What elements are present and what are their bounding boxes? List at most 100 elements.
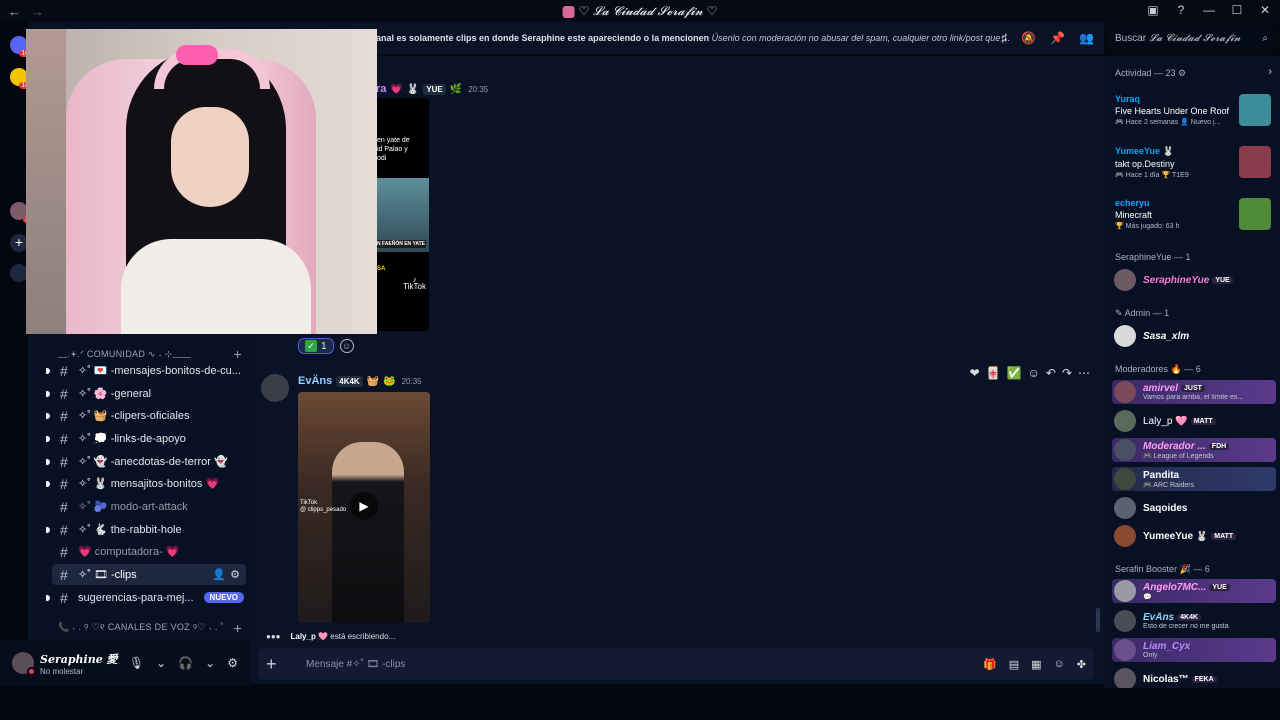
badge-icon: 🌿	[449, 83, 463, 95]
activity-card[interactable]: YumeeYue 🐰 takt op.Destiny 🎮 Hace 1 día …	[1115, 146, 1275, 179]
gear-icon[interactable]: ⚙	[1178, 68, 1186, 78]
channel-mensajitos-bonitos[interactable]: # ✧˚ 🐰 mensajitos-bonitos 💗	[46, 473, 246, 494]
avatar[interactable]	[12, 652, 36, 676]
reply-icon[interactable]: ↶	[1046, 366, 1056, 380]
forward-icon[interactable]: ↷	[1062, 366, 1072, 380]
scrollbar[interactable]	[1096, 608, 1100, 632]
channel-settings-icon[interactable]: ⚙	[230, 568, 240, 581]
forward-arrow-icon[interactable]: →	[31, 4, 44, 19]
member-list-icon[interactable]: 👥	[1079, 31, 1094, 45]
username[interactable]: Seraphine 愛	[40, 651, 118, 667]
member-tag: JUST	[1181, 385, 1205, 392]
channel-anecdotas-de-terror[interactable]: # ✧˚ 👻 -anecdotas-de-terror 👻	[46, 451, 246, 472]
microphone-icon[interactable]: 🎙	[129, 656, 144, 670]
hash-icon: #	[60, 362, 68, 379]
channel-sugerencias[interactable]: # sugerencias-para-mej... NUEVO	[46, 587, 246, 608]
avatar	[1114, 439, 1136, 461]
member-name: EvÄns	[1143, 612, 1175, 623]
member-item[interactable]: Saqoides	[1112, 496, 1276, 520]
channel-mensajes-bonitos[interactable]: # ✧˚ 💌 -mensajes-bonitos-de-cu...	[46, 360, 246, 381]
channel-clipers-oficiales[interactable]: # ✧˚ 🧺 -clipers-oficiales	[46, 405, 246, 426]
hash-icon: #	[60, 589, 68, 606]
member-item[interactable]: Nicolas™ FEKA	[1112, 667, 1276, 688]
channel-clips[interactable]: # ✧˚ 🎞 -clips 👤 ⚙	[52, 564, 246, 585]
channel-label: ✧˚ 🐇 the-rabbit-hole	[78, 524, 182, 536]
video-attachment[interactable]: TikTok @ clipps_pesado ▶	[298, 392, 430, 623]
activity-title: Actividad — 23 ⚙	[1115, 68, 1186, 79]
headphones-icon[interactable]: 🎧	[178, 656, 193, 670]
composer: + Mensaje #✧˚ 🎞 -clips 🎁 ▤ ▦ ☺ ✤	[250, 644, 1104, 684]
member-item[interactable]: Liam_Cyx Only	[1112, 638, 1276, 662]
message-author[interactable]: EvÄns	[298, 375, 332, 387]
user-settings-icon[interactable]: ⚙	[227, 656, 238, 670]
member-item[interactable]: Sasa_xlm	[1112, 324, 1276, 348]
member-status: Vamos para arriba, el límite es...	[1143, 394, 1244, 401]
add-reaction-icon[interactable]: ☺	[1028, 366, 1040, 380]
threads-icon[interactable]: ♯	[1001, 31, 1007, 45]
close-icon[interactable]: ✕	[1258, 3, 1272, 17]
chevron-down-icon[interactable]: ⌄	[156, 656, 166, 670]
message-author[interactable]: ra	[376, 83, 386, 95]
member-item[interactable]: EvÄns 4K4K Esto de crecer no me gusta	[1112, 609, 1276, 633]
more-options-icon[interactable]: ⋯	[1078, 366, 1090, 380]
avatar	[1114, 325, 1136, 347]
message-input[interactable]: + Mensaje #✧˚ 🎞 -clips 🎁 ▤ ▦ ☺ ✤	[258, 648, 1094, 680]
member-item[interactable]: amirvel JUST Vamos para arriba, el límite …	[1112, 380, 1276, 404]
channel-label: sugerencias-para-mej...	[78, 591, 194, 604]
member-item[interactable]: SeraphineYue YUE	[1112, 268, 1276, 292]
search-label: Buscar	[1115, 32, 1147, 44]
member-status: 🎮 League of Legends	[1143, 452, 1214, 460]
hash-icon: #	[60, 543, 68, 560]
message-attachment[interactable]: en yate de id Palao y odi N FAEÑÓN EN YA…	[375, 98, 429, 331]
channel-links-de-apoyo[interactable]: # ✧˚ 💭 -links-de-apoyo	[46, 428, 246, 449]
sticker-icon[interactable]: ▦	[1031, 658, 1041, 671]
channel-topic[interactable]: anal es solamente clips en donde Seraphi…	[376, 33, 1010, 43]
maximize-icon[interactable]: ☐	[1230, 3, 1244, 17]
member-name: amirvel	[1143, 383, 1179, 394]
window-title: ♡ 𝓛𝓪 𝓒𝓲𝓾𝓭𝓪𝓭 𝓢𝓮𝓻𝓪𝓯𝓲𝓷 ♡	[562, 4, 717, 19]
member-item[interactable]: Laly_p 🩷 MATT	[1112, 409, 1276, 433]
member-status: Only	[1143, 652, 1158, 659]
admin-icon: ✎	[1115, 308, 1123, 318]
channel-computadora[interactable]: # 💗 computadora- 💗	[52, 541, 246, 562]
pin-icon[interactable]: 📌	[1050, 31, 1065, 45]
category-comunidad[interactable]: ﹏.𖥔.ᐟ COMUNIDAD ∿ ˖ ⊹﹏﹏ +	[58, 346, 242, 362]
chevron-down-icon[interactable]: ⌄	[205, 656, 215, 670]
channel-general[interactable]: # ✧˚ 🌸 -general	[46, 383, 246, 404]
category-canales-de-voz[interactable]: 📞 ˖ . ୨ ♡୧ CANALES DE VOZ ୨♡ ˖ . ˚ +	[58, 620, 242, 636]
avatar	[1114, 468, 1136, 490]
gift-icon[interactable]: 🎁	[983, 658, 997, 671]
member-item[interactable]: Angelo7MC... YUE 💬	[1112, 579, 1276, 603]
channel-the-rabbit-hole[interactable]: # ✧˚ 🐇 the-rabbit-hole	[46, 519, 246, 540]
activity-card[interactable]: echeryu Minecraft 🏆 Más jugado: 63 h	[1115, 198, 1275, 230]
activity-card[interactable]: Yuraq Five Hearts Under One Roof 🎮 Hace …	[1115, 94, 1275, 126]
emoji-reaction-icon[interactable]: 🀄	[986, 366, 1001, 380]
search-input[interactable]: Buscar 𝓛𝓪 𝓒𝓲𝓾𝓭𝓪𝓭 𝓢𝓮𝓻𝓪𝓯𝓲𝓷 ⌕	[1108, 26, 1274, 50]
apps-icon[interactable]: ✤	[1077, 658, 1086, 671]
chevron-right-icon[interactable]: ›	[1268, 66, 1272, 78]
server-rail: 16 18 2 +	[0, 22, 31, 662]
reaction-check[interactable]: ✓ 1	[298, 338, 334, 354]
member-item[interactable]: Moderador ... FDH 🎮 League of Legends	[1112, 438, 1276, 462]
channel-modo-art-attack[interactable]: # ✧˚ 🫐 modo-art-attack	[52, 496, 246, 517]
check-reaction-icon[interactable]: ✅	[1007, 366, 1022, 380]
member-item[interactable]: YumeeYue 🐰 MATT	[1112, 524, 1276, 548]
member-group-header: SeraphineYue — 1	[1115, 252, 1191, 262]
minimize-icon[interactable]: —	[1202, 3, 1216, 17]
inbox-icon[interactable]: ▣	[1146, 3, 1160, 17]
add-reaction-icon[interactable]: ☺	[339, 339, 354, 353]
add-channel-icon[interactable]: +	[234, 620, 242, 636]
avatar[interactable]	[261, 374, 289, 402]
video-thumbnail	[332, 442, 404, 623]
back-arrow-icon[interactable]: ←	[8, 4, 21, 19]
member-item[interactable]: Pandita 🎮 ARC Raiders	[1112, 467, 1276, 491]
gif-icon[interactable]: ▤	[1009, 658, 1019, 671]
help-icon[interactable]: ?	[1174, 3, 1188, 17]
play-icon[interactable]: ▶	[350, 492, 378, 520]
heart-reaction-icon[interactable]: ❤	[970, 366, 980, 380]
attach-icon[interactable]: +	[266, 654, 290, 675]
channel-label: 💗 computadora- 💗	[78, 546, 180, 558]
invite-icon[interactable]: 👤	[212, 568, 226, 581]
emoji-icon[interactable]: ☺	[1054, 658, 1065, 671]
notification-mute-icon[interactable]: 🔕	[1021, 31, 1036, 45]
